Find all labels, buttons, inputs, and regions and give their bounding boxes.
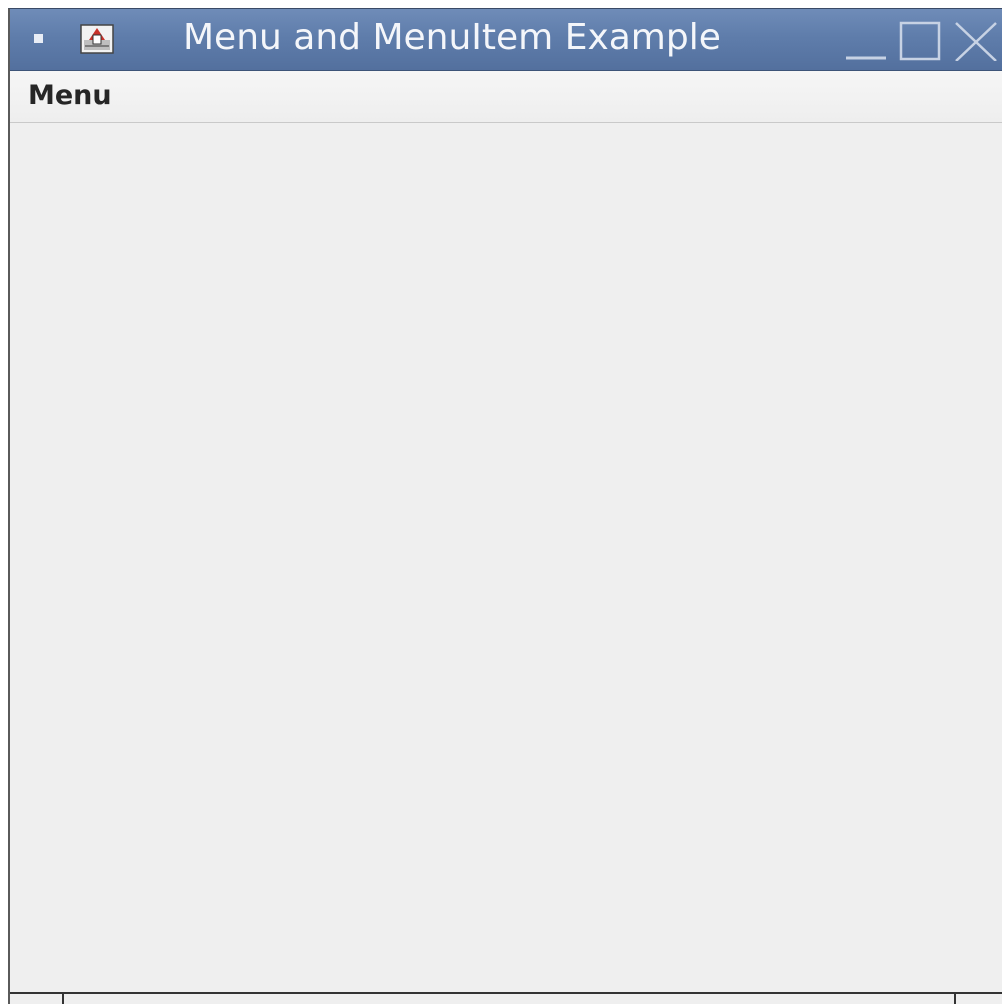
close-button[interactable] [952, 21, 1002, 62]
title-bar[interactable]: Menu and MenuItem Example [10, 9, 1002, 71]
window-title: Menu and MenuItem Example [183, 17, 721, 58]
application-window: Menu and MenuItem Example Menu [8, 8, 1002, 1004]
content-area [10, 123, 1002, 993]
minimize-icon [846, 56, 886, 60]
window-menu-button[interactable] [34, 34, 43, 43]
bottom-edge-tick [954, 994, 956, 1004]
bottom-edge-tick [62, 994, 64, 1004]
maximize-button[interactable] [898, 21, 944, 61]
menu-bar: Menu [10, 71, 1002, 123]
menu-item-menu[interactable]: Menu [18, 71, 122, 121]
window-bottom-edge [10, 992, 1002, 1004]
close-icon [955, 22, 997, 62]
java-app-icon [80, 24, 114, 54]
maximize-icon [899, 21, 941, 61]
minimize-button[interactable] [844, 21, 888, 61]
